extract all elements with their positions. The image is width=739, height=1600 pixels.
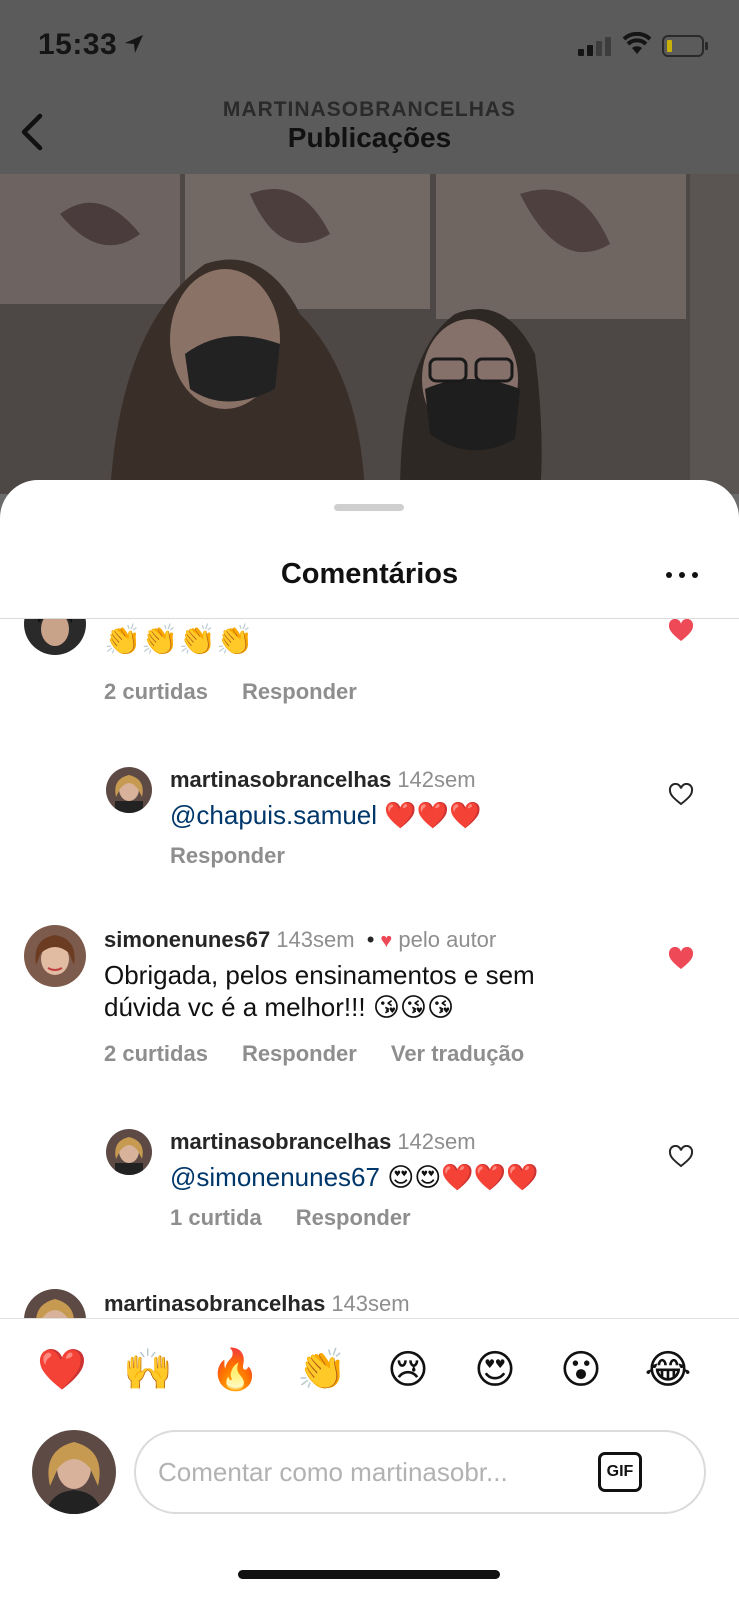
comment-time: 143sem	[331, 1291, 410, 1316]
see-translation-button[interactable]: Ver tradução	[391, 1041, 524, 1067]
comment-text: dúvida vc é a melhor!!! 😘😘😘	[104, 991, 454, 1024]
comment-meta: simonenunes67 143sem • ♥ pelo autor	[104, 927, 496, 953]
meta-separator: •	[366, 927, 375, 952]
comment-emoji: ❤️❤️❤️	[384, 801, 482, 831]
quick-emoji-surprised[interactable]: 😮	[553, 1345, 609, 1395]
comment-text: Obrigada, pelos ensinamentos e sem	[104, 960, 535, 990]
comment-username[interactable]: simonenunes67	[104, 927, 270, 952]
location-arrow-icon	[125, 35, 143, 53]
likes-count[interactable]: 1 curtida	[170, 1205, 262, 1231]
header-username: MARTINASOBRANCELHAS	[222, 98, 517, 121]
comment-text: @chapuis.samuel ❤️❤️❤️	[170, 799, 481, 832]
avatar[interactable]	[106, 1129, 152, 1175]
comment-time: 142sem	[397, 1129, 476, 1154]
comment-actions: 1 curtida Responder	[170, 1205, 411, 1231]
avatar[interactable]	[24, 1289, 86, 1319]
comment-actions: 2 curtidas Responder	[104, 679, 357, 705]
author-heart-icon: ♥	[380, 930, 393, 952]
comment-meta: martinasobrancelhas 143sem	[104, 1291, 410, 1317]
avatar[interactable]	[24, 619, 86, 655]
quick-emoji-laughing[interactable]: 😂	[640, 1345, 696, 1395]
comments-list[interactable]: 👏👏👏👏 2 curtidas Responder martinasobranc…	[0, 619, 739, 1319]
header: MARTINASOBRANCELHAS Publicações	[0, 92, 739, 174]
comment-emoji: 😍😍❤️❤️❤️	[387, 1163, 539, 1193]
comments-sheet: Comentários 👏👏👏👏 2 curtidas Responder ma…	[0, 480, 739, 1600]
home-indicator	[238, 1570, 500, 1579]
comment-meta: martinasobrancelhas 142sem	[170, 1129, 476, 1155]
wifi-icon	[622, 32, 652, 54]
comment-composer: GIF	[134, 1430, 706, 1514]
status-time: 15:33	[38, 28, 118, 61]
status-bar: 15:33	[0, 0, 739, 92]
avatar[interactable]	[106, 767, 152, 813]
heart-filled-icon[interactable]	[668, 947, 694, 971]
quick-emoji-raised-hands[interactable]: 🙌	[120, 1345, 176, 1395]
reply-button[interactable]: Responder	[242, 1041, 357, 1067]
likes-count[interactable]: 2 curtidas	[104, 679, 208, 705]
comment-username[interactable]: martinasobrancelhas	[104, 1291, 325, 1316]
heart-outline-icon[interactable]	[668, 1145, 694, 1169]
quick-emoji-heart-eyes[interactable]: 😍	[467, 1345, 523, 1395]
comment-input[interactable]	[158, 1450, 578, 1494]
gif-button[interactable]: GIF	[598, 1452, 642, 1492]
comment-actions: 2 curtidas Responder Ver tradução	[104, 1041, 524, 1067]
avatar[interactable]	[24, 925, 86, 987]
composer-avatar	[32, 1430, 116, 1514]
reply-button[interactable]: Responder	[296, 1205, 411, 1231]
quick-emoji-fire[interactable]: 🔥	[207, 1345, 263, 1395]
page-title: Publicações	[287, 122, 452, 153]
battery-icon	[662, 35, 708, 57]
quick-emoji-clapping[interactable]: 👏	[294, 1345, 350, 1395]
comment-time: 143sem	[276, 927, 355, 952]
quick-emoji-heart[interactable]: ❤️	[34, 1345, 90, 1395]
comment-meta: martinasobrancelhas 142sem	[170, 767, 476, 793]
cellular-signal-icon	[578, 37, 611, 56]
reply-button[interactable]: Responder	[242, 679, 357, 705]
likes-count[interactable]: 2 curtidas	[104, 1041, 208, 1067]
quick-emoji-crying[interactable]: 😢	[380, 1345, 436, 1395]
comment-username[interactable]: martinasobrancelhas	[170, 1129, 391, 1154]
comment-username[interactable]: martinasobrancelhas	[170, 767, 391, 792]
comment-text-line2: dúvida vc é a melhor!!!	[104, 992, 366, 1022]
comment-time: 142sem	[397, 767, 476, 792]
liked-by-author-label: pelo autor	[398, 927, 497, 952]
post-photo	[0, 174, 739, 494]
reply-button[interactable]: Responder	[170, 843, 285, 869]
comment-emoji: 😘😘😘	[372, 993, 455, 1023]
heart-filled-icon[interactable]	[668, 619, 694, 643]
more-options-button[interactable]	[660, 562, 704, 588]
sheet-grabber[interactable]	[334, 504, 404, 511]
quick-emoji-bar: ❤️ 🙌 🔥 👏 😢 😍 😮 😂	[0, 1318, 739, 1418]
comment-text: @simonenunes67 😍😍❤️❤️❤️	[170, 1161, 539, 1194]
mention-link[interactable]: @chapuis.samuel	[170, 800, 377, 830]
mention-link[interactable]: @simonenunes67	[170, 1162, 380, 1192]
heart-outline-icon[interactable]	[668, 783, 694, 807]
comment-actions: Responder	[170, 843, 285, 869]
sheet-title: Comentários	[280, 558, 459, 590]
comment-text: 👏👏👏👏	[104, 623, 254, 658]
